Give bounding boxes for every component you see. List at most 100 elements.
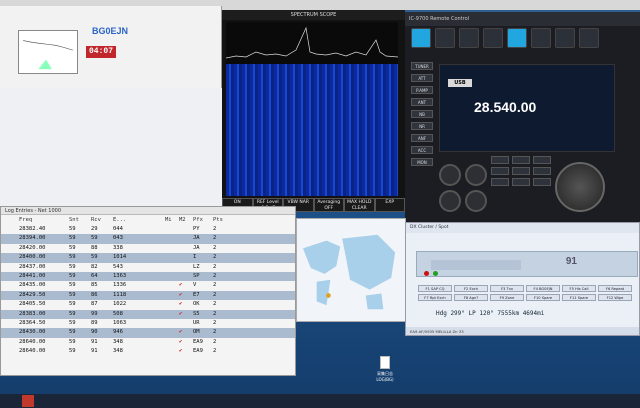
keyer-icon[interactable] (483, 28, 503, 48)
table-row[interactable]: 28394.00 59 59 043 JA 2 (1, 234, 295, 244)
nb-button[interactable]: NB (411, 110, 433, 118)
f7-button[interactable]: F7 Rpt Exch (418, 294, 452, 301)
col-rcv[interactable]: Rcv (91, 217, 113, 223)
main-dial-knob[interactable] (555, 162, 605, 212)
spectrum-trace[interactable] (225, 22, 399, 64)
table-row[interactable]: 28640.00 59 91 348 ✔ EA9 2 (1, 347, 295, 356)
col-snt[interactable]: Snt (69, 217, 91, 223)
desktop-file-icon[interactable]: 采集日志 LOG(BG) (368, 356, 402, 382)
check-icon: ✔ (179, 291, 183, 298)
cell-rcv: 91 (91, 348, 98, 355)
f8-button[interactable]: F8 Agn? (454, 294, 488, 301)
table-row[interactable]: 28435.00 59 85 1336 ✔ V 2 (1, 281, 295, 290)
cell-pts: 2 (213, 338, 217, 345)
table-row[interactable]: 28382.40 59 29 044 PY 2 (1, 225, 295, 234)
cell-exch: 044 (113, 226, 123, 232)
cell-pfx: V (193, 282, 197, 289)
nr-button[interactable]: NR (411, 122, 433, 130)
twin-pbt-knob[interactable] (439, 190, 461, 212)
f4-button[interactable]: F4 BG0EJN (526, 285, 560, 292)
app-icon[interactable] (22, 395, 34, 407)
table-row[interactable]: 28430.00 59 90 946 ✔ OM 2 (1, 328, 295, 338)
table-row[interactable]: 28405.50 59 87 1022 ✔ OK 2 (1, 300, 295, 309)
col-freq[interactable]: Freq (19, 217, 69, 223)
table-row[interactable]: 28429.50 59 86 1118 ✔ E7 2 (1, 290, 295, 301)
dx-window: DX Cluster / Spot 91 F1 SAP CQ F2 Exch F… (405, 222, 640, 336)
averaging-button[interactable]: Averaging OFF (313, 198, 344, 212)
check-icon: ✔ (179, 301, 183, 308)
callsign-input[interactable] (431, 260, 521, 270)
col-m1[interactable]: Mi (165, 217, 179, 223)
cell-freq: 28400.00 (19, 254, 46, 261)
frequency-readout: 28.540.00 (474, 99, 537, 115)
f3-button[interactable]: F3 Tnx (490, 285, 524, 292)
function-button[interactable] (491, 178, 509, 186)
function-button[interactable] (533, 167, 551, 175)
cell-m1 (165, 291, 179, 300)
function-button[interactable] (491, 167, 509, 175)
f10-button[interactable]: F10 Spare (526, 294, 560, 301)
table-row[interactable]: 28383.00 59 99 508 ✔ S5 2 (1, 309, 295, 319)
preamp-button[interactable]: P.AMP (411, 86, 433, 94)
world-map[interactable] (296, 218, 406, 322)
desktop: BG0EJN 04:07 SPECTRUM SCOPE ON REF Level… (0, 0, 640, 408)
cell-pts: 2 (213, 282, 217, 289)
att-button[interactable]: ATT (411, 74, 433, 82)
f5-button[interactable]: F5 His Call (562, 285, 596, 292)
table-row[interactable]: 28400.00 59 59 1014 I 2 (1, 253, 295, 263)
notch-knob[interactable] (465, 190, 487, 212)
f11-button[interactable]: F11 Spare (562, 294, 596, 301)
record-icon[interactable] (507, 28, 527, 48)
function-button[interactable] (533, 178, 551, 186)
exit-icon[interactable] (579, 28, 599, 48)
cell-m1 (165, 347, 179, 356)
cell-freq: 28441.00 (19, 272, 46, 279)
scope-icon[interactable] (435, 28, 455, 48)
anf-button[interactable]: ANF (411, 134, 433, 142)
function-button[interactable] (512, 156, 530, 164)
ant-button[interactable]: ANT (411, 98, 433, 106)
cell-exch: 1022 (113, 301, 127, 308)
exp-button[interactable]: EXP (374, 198, 405, 212)
mon-button[interactable]: MON (411, 158, 433, 166)
function-button[interactable] (512, 178, 530, 186)
bearing-readout: Hdg 299° LP 120° 7555km 4694mi (436, 310, 545, 317)
cell-rcv: 64 (91, 272, 98, 279)
cell-rcv: 87 (91, 301, 98, 308)
cell-pts: 2 (213, 348, 217, 355)
f6-button[interactable]: F6 Repeat (598, 285, 632, 292)
waterfall-display[interactable] (226, 64, 398, 196)
col-m2[interactable]: M2 (179, 217, 193, 223)
rf-gain-knob[interactable] (465, 164, 487, 186)
function-button[interactable] (491, 156, 509, 164)
cell-exch: 508 (113, 310, 123, 317)
f9-button[interactable]: F9 Zone (490, 294, 524, 301)
table-row[interactable]: 28441.00 59 64 1363 SP 2 (1, 271, 295, 282)
cell-pfx: PY (193, 226, 200, 232)
f12-button[interactable]: F12 Wipe (598, 294, 632, 301)
col-pfx[interactable]: Pfx (193, 217, 213, 223)
acc-button[interactable]: ACC (411, 146, 433, 154)
mode-chip: USB (448, 79, 472, 87)
cell-pts: 2 (213, 291, 217, 298)
function-button[interactable] (512, 167, 530, 175)
set-icon[interactable] (555, 28, 575, 48)
home-icon[interactable] (411, 28, 431, 48)
function-button[interactable] (533, 156, 551, 164)
col-pts[interactable]: Pts (213, 217, 227, 223)
cell-exch: 338 (113, 244, 123, 251)
table-row[interactable]: 28437.00 59 82 543 LZ 2 (1, 263, 295, 272)
f2-button[interactable]: F2 Exch (454, 285, 488, 292)
table-row[interactable]: 28640.00 59 91 348 ✔ EA9 2 (1, 338, 295, 347)
f1-button[interactable]: F1 SAP CQ (418, 285, 452, 292)
cell-pts: 2 (213, 263, 217, 270)
cell-freq: 28429.50 (19, 291, 46, 298)
tuner-button[interactable]: TUNER (411, 62, 433, 70)
af-gain-knob[interactable] (439, 164, 461, 186)
col-exch[interactable]: E... (113, 217, 137, 223)
audio-icon[interactable] (531, 28, 551, 48)
table-row[interactable]: 28364.50 59 89 1063 UR 2 (1, 319, 295, 328)
max-hold-button[interactable]: MAX HOLD CLEAR (344, 198, 375, 212)
memory-icon[interactable] (459, 28, 479, 48)
table-row[interactable]: 28420.00 59 88 338 JA 2 (1, 244, 295, 253)
